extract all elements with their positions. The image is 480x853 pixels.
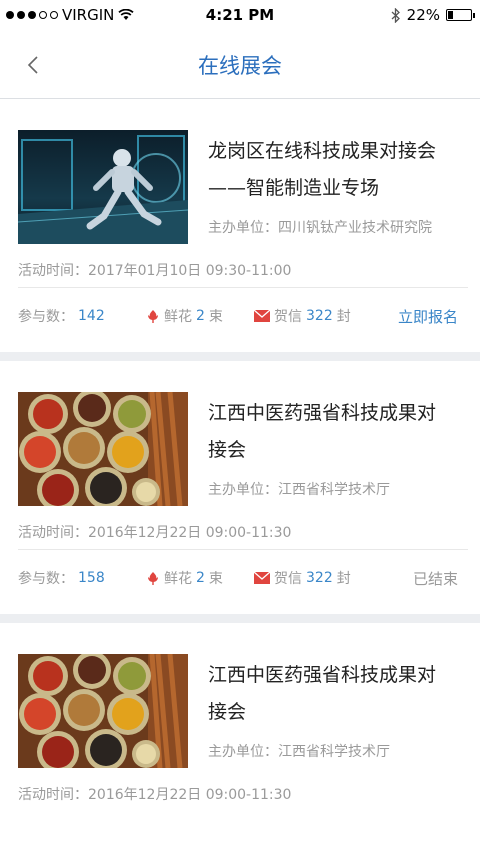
event-title: 龙岗区在线科技成果对接会 ——智能制造业专场 (208, 140, 437, 199)
event-thumbnail-spices (18, 392, 188, 506)
event-time: 活动时间：2016年12月22日 09:00-11:30 (18, 525, 292, 541)
ended-status: 已结束 (412, 570, 458, 588)
event-stats: 参与数： 158 鲜花 2 束 贺信 322 封 已结束 (18, 568, 458, 588)
card-separator (0, 352, 480, 361)
participants-stat: 参与数： 158 (18, 570, 105, 587)
flower-icon (148, 572, 158, 585)
event-card[interactable]: 江西中医药强省科技成果对 接会 主办单位：江西省科学技术厅 活动时间：2016年… (0, 623, 480, 853)
event-list: 龙岗区在线科技成果对接会 ——智能制造业专场 主办单位：四川钒钛产业技术研究院 … (0, 99, 480, 853)
event-title: 江西中医药强省科技成果对 接会 (208, 402, 437, 461)
envelope-icon (254, 310, 270, 322)
event-host: 主办单位：四川钒钛产业技术研究院 (208, 220, 432, 236)
divider (18, 549, 468, 550)
flowers-count: 2 (196, 308, 205, 324)
event-card[interactable]: 江西中医药强省科技成果对 接会 主办单位：江西省科学技术厅 活动时间：2016年… (0, 361, 480, 614)
flowers-stat[interactable]: 鲜花 2 束 (146, 306, 223, 326)
event-thumbnail-spices (18, 654, 188, 768)
letters-count: 322 (306, 308, 333, 324)
letters-count: 322 (306, 570, 333, 586)
page-title: 在线展会 (198, 54, 282, 78)
event-host: 主办单位：江西省科学技术厅 (208, 482, 390, 498)
card-separator (0, 614, 480, 623)
participants-count: 158 (78, 570, 105, 586)
letters-stat[interactable]: 贺信 322 封 (254, 568, 351, 588)
event-title: 江西中医药强省科技成果对 接会 (208, 664, 437, 723)
participants-stat: 参与数： 142 (18, 308, 105, 325)
register-button[interactable]: 立即报名 (398, 306, 458, 327)
battery-percent: 22% (406, 6, 440, 24)
battery-icon (446, 9, 475, 21)
event-thumbnail-robot (18, 130, 188, 244)
event-time: 活动时间：2016年12月22日 09:00-11:30 (18, 787, 292, 803)
status-bar: VIRGIN 4:21 PM 22% (0, 0, 480, 30)
event-stats: 参与数： 142 鲜花 2 束 贺信 322 封 立即报名 (18, 306, 458, 326)
letters-stat[interactable]: 贺信 322 封 (254, 306, 351, 326)
flower-icon (148, 310, 158, 323)
envelope-icon (254, 572, 270, 584)
participants-count: 142 (78, 308, 105, 324)
flowers-count: 2 (196, 570, 205, 586)
flowers-stat[interactable]: 鲜花 2 束 (146, 568, 223, 588)
bluetooth-icon (391, 7, 400, 23)
navigation-bar: 在线展会 (0, 30, 480, 99)
divider (18, 287, 468, 288)
event-time: 活动时间：2017年01月10日 09:30-11:00 (18, 263, 292, 279)
event-card[interactable]: 龙岗区在线科技成果对接会 ——智能制造业专场 主办单位：四川钒钛产业技术研究院 … (0, 99, 480, 352)
event-host: 主办单位：江西省科学技术厅 (208, 744, 390, 760)
